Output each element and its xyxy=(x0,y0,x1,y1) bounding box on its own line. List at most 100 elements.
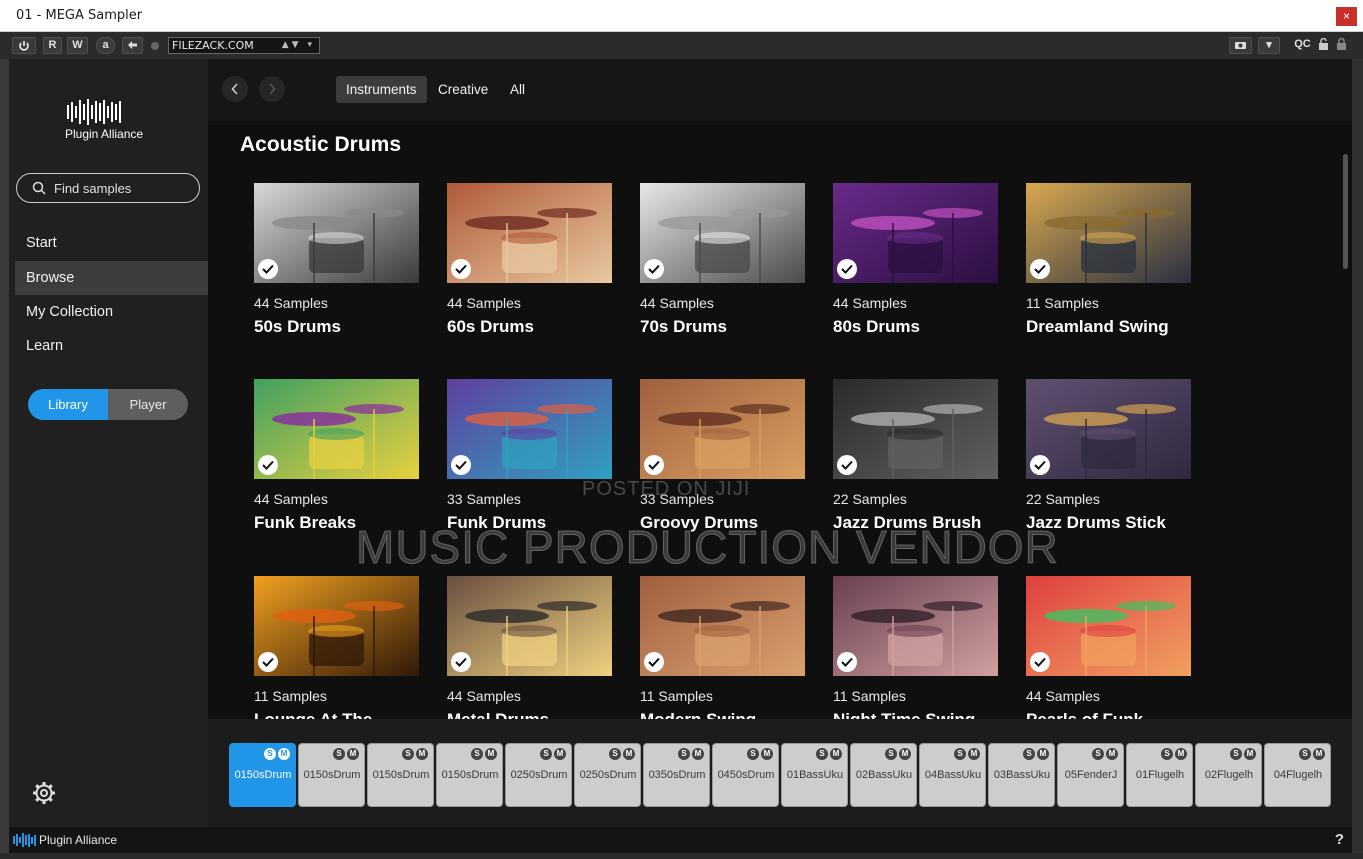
sample-name[interactable]: Night Time Swing xyxy=(833,710,975,719)
sample-slot[interactable]: S M 0150sDrum xyxy=(367,743,434,807)
sample-card[interactable]: 44 Samples 80s Drums xyxy=(833,183,998,353)
help-icon[interactable]: ? xyxy=(1335,831,1344,848)
mute-button[interactable]: M xyxy=(761,748,773,760)
sample-card[interactable]: 11 Samples Lounge At The xyxy=(254,576,419,719)
sample-thumbnail[interactable] xyxy=(833,183,998,283)
sample-slot[interactable]: S M 0150sDrum xyxy=(298,743,365,807)
nav-item-my-collection[interactable]: My Collection xyxy=(15,295,208,329)
mute-button[interactable]: M xyxy=(830,748,842,760)
sample-thumbnail[interactable] xyxy=(254,379,419,479)
solo-button[interactable]: S xyxy=(747,748,759,760)
solo-button[interactable]: S xyxy=(885,748,897,760)
solo-button[interactable]: S xyxy=(540,748,552,760)
tab-all[interactable]: All xyxy=(500,76,535,103)
solo-button[interactable]: S xyxy=(816,748,828,760)
sample-name[interactable]: Dreamland Swing xyxy=(1026,317,1169,337)
sample-name[interactable]: Pearls of Funk xyxy=(1026,710,1143,719)
sample-thumbnail[interactable] xyxy=(1026,183,1191,283)
sample-thumbnail[interactable] xyxy=(833,576,998,676)
mute-button[interactable]: M xyxy=(347,748,359,760)
sample-slot[interactable]: S M 03BassUku xyxy=(988,743,1055,807)
solo-button[interactable]: S xyxy=(471,748,483,760)
sample-slot[interactable]: S M 0150sDrum xyxy=(436,743,503,807)
mute-button[interactable]: M xyxy=(554,748,566,760)
read-button[interactable]: R xyxy=(43,37,62,54)
mute-button[interactable]: M xyxy=(1313,748,1325,760)
nav-item-browse[interactable]: Browse xyxy=(15,261,208,295)
undo-button[interactable] xyxy=(122,37,143,54)
sample-card[interactable]: 44 Samples Metal Drums xyxy=(447,576,612,719)
sample-card[interactable]: 11 Samples Modern Swing xyxy=(640,576,805,719)
sample-slot[interactable]: S M 0250sDrum xyxy=(505,743,572,807)
sample-thumbnail[interactable] xyxy=(640,576,805,676)
sample-thumbnail[interactable] xyxy=(640,183,805,283)
mute-button[interactable]: M xyxy=(485,748,497,760)
solo-button[interactable]: S xyxy=(1092,748,1104,760)
automation-button[interactable]: a xyxy=(96,37,115,54)
library-toggle[interactable]: Library xyxy=(28,389,108,420)
sample-slot[interactable]: S M 02BassUku xyxy=(850,743,917,807)
mute-button[interactable]: M xyxy=(623,748,635,760)
sample-name[interactable]: 60s Drums xyxy=(447,317,534,337)
solo-button[interactable]: S xyxy=(1023,748,1035,760)
tab-creative[interactable]: Creative xyxy=(428,76,498,103)
sample-slot[interactable]: S M 04BassUku xyxy=(919,743,986,807)
player-toggle[interactable]: Player xyxy=(108,389,188,420)
sample-thumbnail[interactable] xyxy=(254,576,419,676)
mute-button[interactable]: M xyxy=(1106,748,1118,760)
solo-button[interactable]: S xyxy=(1299,748,1311,760)
sample-card[interactable]: 44 Samples 70s Drums xyxy=(640,183,805,353)
solo-button[interactable]: S xyxy=(1161,748,1173,760)
mute-button[interactable]: M xyxy=(278,748,290,760)
solo-button[interactable]: S xyxy=(609,748,621,760)
preset-selector[interactable]: FILEZACK.COM ▲▼ ▾ xyxy=(168,37,320,54)
sample-slot[interactable]: S M 01BassUku xyxy=(781,743,848,807)
power-button[interactable] xyxy=(12,37,36,54)
sample-card[interactable]: 44 Samples 60s Drums xyxy=(447,183,612,353)
sample-slot[interactable]: S M 0350sDrum xyxy=(643,743,710,807)
options-dropdown[interactable]: ▾ xyxy=(1258,37,1280,54)
sample-slot[interactable]: S M 04Flugelh xyxy=(1264,743,1331,807)
sample-thumbnail[interactable] xyxy=(447,183,612,283)
sample-thumbnail[interactable] xyxy=(1026,576,1191,676)
lock2-button[interactable] xyxy=(1334,37,1349,54)
mute-button[interactable]: M xyxy=(968,748,980,760)
sample-slot[interactable]: S M 05FenderJ xyxy=(1057,743,1124,807)
tab-instruments[interactable]: Instruments xyxy=(336,76,427,103)
sample-card[interactable]: 11 Samples Night Time Swing xyxy=(833,576,998,719)
sample-card[interactable]: 44 Samples 50s Drums xyxy=(254,183,419,353)
gear-icon[interactable] xyxy=(31,780,57,806)
mute-button[interactable]: M xyxy=(1244,748,1256,760)
sample-slot[interactable]: S M 0450sDrum xyxy=(712,743,779,807)
search-input[interactable]: Find samples xyxy=(16,173,200,203)
sample-card[interactable]: 11 Samples Dreamland Swing xyxy=(1026,183,1191,353)
sample-slot[interactable]: S M 01Flugelh xyxy=(1126,743,1193,807)
write-button[interactable]: W xyxy=(67,37,88,54)
sample-name[interactable]: 50s Drums xyxy=(254,317,341,337)
forward-button[interactable] xyxy=(259,76,285,102)
sample-thumbnail[interactable] xyxy=(254,183,419,283)
lock-button[interactable] xyxy=(1316,37,1331,54)
sample-slot[interactable]: S M 0250sDrum xyxy=(574,743,641,807)
solo-button[interactable]: S xyxy=(402,748,414,760)
solo-button[interactable]: S xyxy=(954,748,966,760)
snapshot-button[interactable] xyxy=(1229,37,1252,54)
mute-button[interactable]: M xyxy=(692,748,704,760)
sample-name[interactable]: Modern Swing xyxy=(640,710,756,719)
sample-card[interactable]: 44 Samples Pearls of Funk xyxy=(1026,576,1191,719)
sample-thumbnail[interactable] xyxy=(447,576,612,676)
scrollbar[interactable] xyxy=(1343,154,1348,269)
sample-name[interactable]: Funk Breaks xyxy=(254,513,356,533)
solo-button[interactable]: S xyxy=(678,748,690,760)
solo-button[interactable]: S xyxy=(1230,748,1242,760)
mute-button[interactable]: M xyxy=(416,748,428,760)
sample-slot[interactable]: S M 0150sDrum xyxy=(229,743,296,807)
close-button[interactable]: × xyxy=(1336,7,1357,26)
sample-slot[interactable]: S M 02Flugelh xyxy=(1195,743,1262,807)
sample-thumbnail[interactable] xyxy=(640,379,805,479)
mute-button[interactable]: M xyxy=(1037,748,1049,760)
sample-thumbnail[interactable] xyxy=(1026,379,1191,479)
mute-button[interactable]: M xyxy=(1175,748,1187,760)
sample-name[interactable]: Lounge At The xyxy=(254,710,372,719)
nav-item-start[interactable]: Start xyxy=(15,226,208,260)
